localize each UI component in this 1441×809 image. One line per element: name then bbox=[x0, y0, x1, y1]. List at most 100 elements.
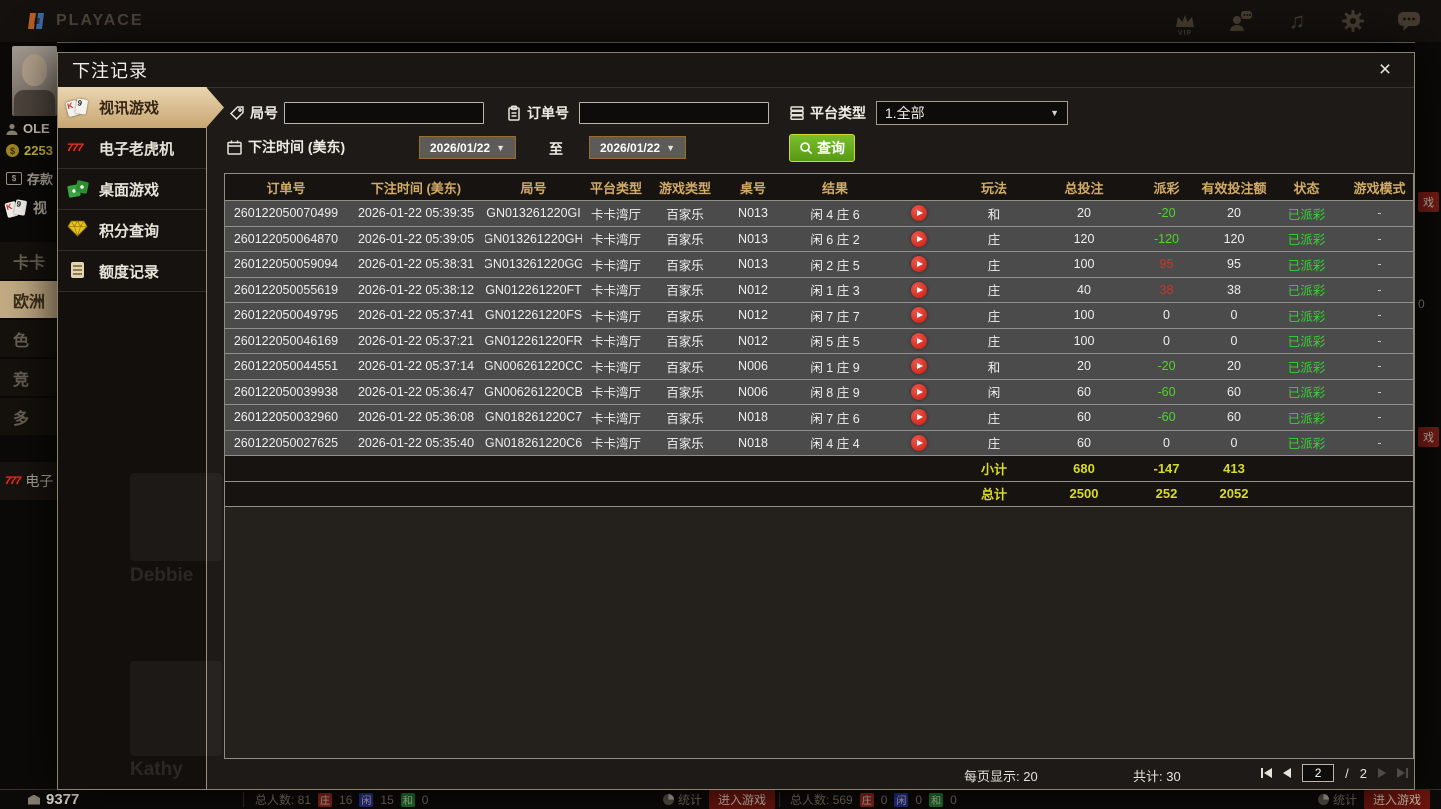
cell-table: N006 bbox=[720, 380, 786, 405]
cell-valid: 20 bbox=[1199, 354, 1269, 379]
sum-spacer bbox=[720, 482, 786, 507]
total-count-label: 共计: 30 bbox=[1133, 766, 1181, 785]
cell-order: 260122050070499 bbox=[225, 201, 347, 226]
cell-play: 庄 bbox=[954, 227, 1034, 252]
chat-bubble-icon[interactable] bbox=[1395, 7, 1423, 35]
badge-庄: 庄 bbox=[318, 793, 332, 807]
header-3: 平台类型 bbox=[582, 174, 650, 200]
sidebar-item-video-games[interactable]: K9视讯游戏 bbox=[58, 87, 224, 128]
order-input[interactable] bbox=[579, 102, 769, 124]
sidebar-item-table-games[interactable]: 桌面游戏 bbox=[58, 169, 206, 210]
first-page-button[interactable] bbox=[1261, 768, 1272, 778]
sum-valid: 2052 bbox=[1199, 482, 1269, 507]
vip-label: VIP bbox=[1171, 30, 1199, 37]
cell-game: 百家乐 bbox=[650, 354, 720, 379]
replay-button[interactable] bbox=[911, 384, 927, 400]
round-label-row: 局号 bbox=[229, 101, 278, 125]
replay-button[interactable] bbox=[911, 231, 927, 247]
sum-spacer bbox=[786, 456, 884, 481]
lobby-video-tab[interactable]: K9 视 bbox=[6, 198, 47, 218]
user-balance: 2253 bbox=[24, 143, 53, 158]
cell-platform: 卡卡湾厅 bbox=[582, 201, 650, 226]
replay-button[interactable] bbox=[911, 435, 927, 451]
cell-platform: 卡卡湾厅 bbox=[582, 252, 650, 277]
prev-page-button[interactable] bbox=[1283, 768, 1291, 778]
replay-button[interactable] bbox=[911, 282, 927, 298]
replay-button[interactable] bbox=[911, 256, 927, 272]
enter-game-button[interactable]: 进入游戏 bbox=[1364, 790, 1430, 809]
cell-status: 已派彩 bbox=[1269, 252, 1344, 277]
replay-button[interactable] bbox=[911, 205, 927, 221]
cell-order: 260122050027625 bbox=[225, 431, 347, 456]
sidebar-item-label: 积分查询 bbox=[99, 220, 159, 241]
cell-result: 闲 2 庄 5 bbox=[786, 252, 884, 277]
cell-round: GN012261220FR bbox=[485, 329, 582, 354]
cell-platform: 卡卡湾厅 bbox=[582, 405, 650, 430]
sum-label: 小计 bbox=[954, 456, 1034, 481]
stats-button[interactable]: 统计 bbox=[663, 791, 702, 808]
cell-table: N013 bbox=[720, 201, 786, 226]
sum-spacer bbox=[485, 456, 582, 481]
music-icon[interactable]: ♫ bbox=[1283, 7, 1311, 35]
settings-gear-icon[interactable] bbox=[1339, 7, 1367, 35]
clipboard-icon bbox=[506, 105, 522, 121]
enter-game-button[interactable]: 进入游戏 bbox=[709, 790, 775, 809]
cell-time: 2026-01-22 05:38:12 bbox=[347, 278, 485, 303]
date-to-picker[interactable]: 2026/01/22 ▼ bbox=[589, 136, 686, 159]
cell-table: N006 bbox=[720, 354, 786, 379]
lobby-nav-item-3[interactable]: 竞 bbox=[0, 359, 57, 396]
replay-button[interactable] bbox=[911, 333, 927, 349]
search-icon bbox=[799, 141, 813, 155]
sum-total: 2500 bbox=[1034, 482, 1134, 507]
pie-icon bbox=[1318, 794, 1329, 805]
sum-spacer bbox=[582, 456, 650, 481]
replay-button[interactable] bbox=[911, 409, 927, 425]
cell-payout: 38 bbox=[1134, 278, 1199, 303]
cell-valid: 0 bbox=[1199, 431, 1269, 456]
round-input[interactable] bbox=[284, 102, 484, 124]
table-row: 2601220500399382026-01-22 05:36:47GN0062… bbox=[225, 380, 1413, 406]
cell-table: N018 bbox=[720, 431, 786, 456]
sidebar-item-points-query[interactable]: 积分查询 bbox=[58, 210, 206, 251]
sum-spacer bbox=[347, 456, 485, 481]
cell-total: 100 bbox=[1034, 303, 1134, 328]
cell-total: 100 bbox=[1034, 252, 1134, 277]
lobby-nav-item-1[interactable]: 欧洲 bbox=[0, 281, 57, 318]
sum-spacer bbox=[650, 482, 720, 507]
table-row: 2601220500497952026-01-22 05:37:41GN0122… bbox=[225, 303, 1413, 329]
user-avatar[interactable] bbox=[12, 46, 57, 116]
lobby-bottom-bar: 9377 总人数: 81庄16闲15和0统计进入游戏总人数: 569庄0闲0和0… bbox=[0, 789, 1441, 809]
support-chat-icon[interactable] bbox=[1227, 7, 1255, 35]
date-from-picker[interactable]: 2026/01/22 ▼ bbox=[419, 136, 516, 159]
last-page-button[interactable] bbox=[1397, 768, 1408, 778]
cell-result: 闲 7 庄 6 bbox=[786, 405, 884, 430]
badge-闲: 闲 bbox=[359, 793, 373, 807]
page-input[interactable] bbox=[1302, 764, 1334, 782]
cell-time: 2026-01-22 05:37:14 bbox=[347, 354, 485, 379]
next-page-button[interactable] bbox=[1378, 768, 1386, 778]
vip-icon[interactable]: VIP bbox=[1171, 7, 1199, 35]
platform-selected-value: 1.全部 bbox=[885, 103, 925, 123]
stats-button[interactable]: 统计 bbox=[1318, 791, 1357, 808]
sidebar-item-label: 电子老虎机 bbox=[99, 138, 174, 159]
lobby-slots-item[interactable]: 777 电子 bbox=[0, 462, 57, 500]
sidebar-item-quota-record[interactable]: 额度记录 bbox=[58, 251, 206, 292]
cell-valid: 0 bbox=[1199, 303, 1269, 328]
cell-status: 已派彩 bbox=[1269, 329, 1344, 354]
lobby-nav-item-2[interactable]: 色 bbox=[0, 320, 57, 357]
search-button[interactable]: 查询 bbox=[789, 134, 855, 162]
topbar: PLAYACE VIP ♫ bbox=[0, 0, 1441, 43]
replay-button[interactable] bbox=[911, 358, 927, 374]
tag-icon bbox=[229, 105, 245, 121]
header-4: 游戏类型 bbox=[650, 174, 720, 200]
platform-select[interactable]: 1.全部 ▼ bbox=[876, 101, 1068, 125]
close-icon[interactable]: × bbox=[1372, 57, 1398, 83]
lobby-nav-item-0[interactable]: 卡卡 bbox=[0, 242, 57, 279]
cell-game: 百家乐 bbox=[650, 252, 720, 277]
replay-button[interactable] bbox=[911, 307, 927, 323]
cell-table: N013 bbox=[720, 252, 786, 277]
lobby-nav-item-4[interactable]: 多 bbox=[0, 398, 57, 435]
sidebar-item-slots[interactable]: 777电子老虎机 bbox=[58, 128, 206, 169]
deposit-row[interactable]: $ 存款 bbox=[6, 169, 53, 188]
cell-replay bbox=[884, 201, 954, 226]
